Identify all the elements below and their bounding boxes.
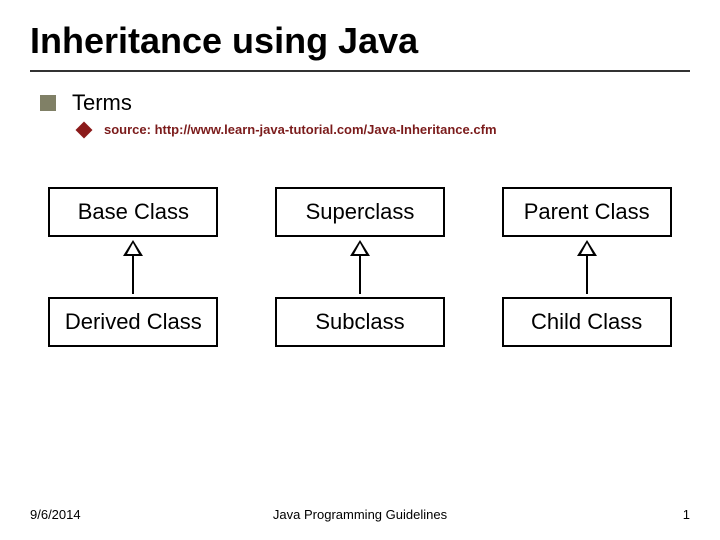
- box-derived-class: Derived Class: [48, 297, 218, 347]
- source-label: source: http://www.learn-java-tutorial.c…: [104, 122, 497, 137]
- box-child-class: Child Class: [502, 297, 672, 347]
- slide-footer: 9/6/2014 Java Programming Guidelines 1: [30, 507, 690, 522]
- arrow-icon: [123, 240, 143, 294]
- title-divider: [30, 70, 690, 72]
- page-title: Inheritance using Java: [30, 20, 690, 62]
- box-superclass: Superclass: [275, 187, 445, 237]
- terms-label: Terms: [72, 90, 132, 116]
- arrow-icon: [577, 240, 597, 294]
- inheritance-diagram: Base Class Derived Class Superclass Subc…: [30, 167, 690, 367]
- pair-parent-child: Parent Class Child Class: [483, 187, 690, 347]
- footer-title: Java Programming Guidelines: [273, 507, 447, 522]
- box-subclass: Subclass: [275, 297, 445, 347]
- footer-date: 9/6/2014: [30, 507, 81, 522]
- pair-super-sub: Superclass Subclass: [257, 187, 464, 347]
- pair-base-derived: Base Class Derived Class: [30, 187, 237, 347]
- diamond-bullet-icon: [76, 121, 93, 138]
- square-bullet-icon: [40, 95, 56, 111]
- bullet-terms: Terms: [40, 90, 690, 116]
- box-base-class: Base Class: [48, 187, 218, 237]
- slide: Inheritance using Java Terms source: htt…: [0, 0, 720, 540]
- sub-bullet-source: source: http://www.learn-java-tutorial.c…: [78, 122, 690, 137]
- arrow-icon: [350, 240, 370, 294]
- footer-page-number: 1: [683, 507, 690, 522]
- box-parent-class: Parent Class: [502, 187, 672, 237]
